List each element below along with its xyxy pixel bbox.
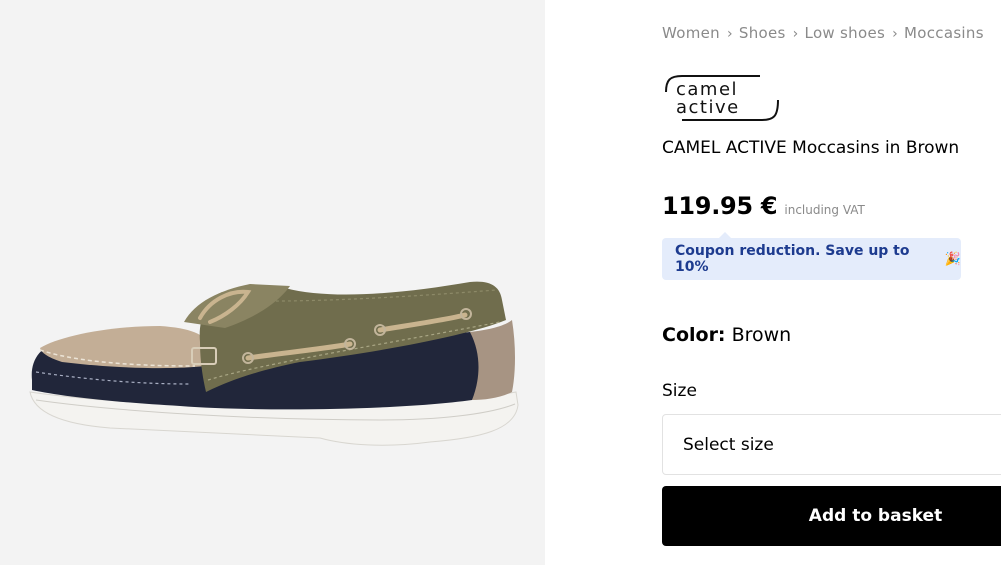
- size-label: Size: [662, 381, 697, 401]
- color-label: Color:: [662, 324, 726, 346]
- size-select-placeholder: Select size: [683, 434, 774, 455]
- size-select-dropdown[interactable]: Select size: [662, 414, 1001, 475]
- vat-note: including VAT: [784, 203, 865, 217]
- brand-logo[interactable]: camel active: [662, 70, 782, 124]
- breadcrumb-item-women[interactable]: Women: [662, 24, 720, 42]
- breadcrumb-item-shoes[interactable]: Shoes: [739, 24, 786, 42]
- color-selection: Color: Brown: [662, 324, 791, 346]
- price-row: 119.95 € including VAT: [662, 192, 865, 220]
- coupon-banner[interactable]: Coupon reduction. Save up to 10% 🎉: [662, 232, 961, 280]
- product-title: CAMEL ACTIVE Moccasins in Brown: [662, 138, 960, 158]
- breadcrumb: Women › Shoes › Low shoes › Moccasins: [662, 24, 984, 42]
- product-info-panel: Women › Shoes › Low shoes › Moccasins camel ac…: [662, 0, 1001, 565]
- breadcrumb-item-moccasins[interactable]: Moccasins: [904, 24, 984, 42]
- party-popper-icon: 🎉: [944, 251, 961, 267]
- breadcrumb-item-low-shoes[interactable]: Low shoes: [805, 24, 886, 42]
- chevron-right-icon: ›: [792, 26, 799, 42]
- add-to-basket-button[interactable]: Add to basket: [662, 486, 1001, 546]
- add-to-basket-label: Add to basket: [808, 506, 943, 526]
- product-price: 119.95 €: [662, 192, 778, 220]
- moccasin-shoe-image[interactable]: [0, 0, 545, 565]
- color-value: Brown: [731, 324, 792, 346]
- brand-logo-line2: active: [676, 97, 740, 118]
- product-image-gallery[interactable]: [0, 0, 545, 565]
- chevron-right-icon: ›: [726, 26, 733, 42]
- chevron-right-icon: ›: [892, 26, 899, 42]
- coupon-text: Coupon reduction. Save up to 10%: [675, 243, 910, 275]
